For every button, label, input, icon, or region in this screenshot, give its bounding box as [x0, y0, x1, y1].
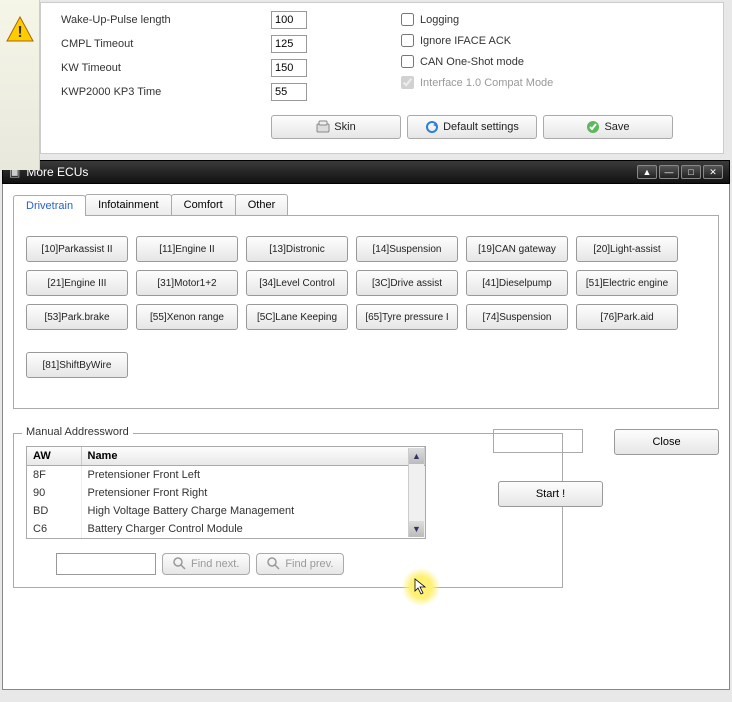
- ecu-button-11[interactable]: [51]Electric engine: [576, 270, 678, 296]
- ecu-button-13[interactable]: [55]Xenon range: [136, 304, 238, 330]
- ecu-button-3[interactable]: [14]Suspension: [356, 236, 458, 262]
- iface-ack-checkbox[interactable]: [401, 34, 414, 47]
- rollup-button[interactable]: ▲: [637, 165, 657, 179]
- title-bar: ▣ More ECUs ▲ — □ ✕: [2, 160, 730, 184]
- cell-name: Pretensioner Front Right: [81, 484, 425, 502]
- oneshot-label: CAN One-Shot mode: [420, 56, 524, 68]
- ecu-button-5[interactable]: [20]Light-assist: [576, 236, 678, 262]
- table-row[interactable]: C6Battery Charger Control Module: [27, 520, 425, 538]
- maximize-button[interactable]: □: [681, 165, 701, 179]
- cmpl-input[interactable]: [271, 35, 307, 53]
- cell-name: High Voltage Battery Charge Management: [81, 502, 425, 520]
- compat-checkbox: [401, 76, 414, 89]
- ecu-button-0[interactable]: [10]Parkassist II: [26, 236, 128, 262]
- ecu-button-7[interactable]: [31]Motor1+2: [136, 270, 238, 296]
- kw-input[interactable]: [271, 59, 307, 77]
- scroll-up-icon[interactable]: ▲: [409, 448, 424, 464]
- check-icon: [586, 120, 600, 134]
- ecu-panel: [10]Parkassist II [11]Engine II [13]Distro…: [13, 216, 719, 409]
- wake-up-label: Wake-Up-Pulse length: [61, 14, 271, 26]
- background-strip: !: [0, 0, 40, 170]
- cell-name: Battery Charger Control Module: [81, 520, 425, 538]
- ecu-button-8[interactable]: [34]Level Control: [246, 270, 348, 296]
- ecu-button-4[interactable]: [19]CAN gateway: [466, 236, 568, 262]
- skin-button[interactable]: Skin: [271, 115, 401, 139]
- window-body: Drivetrain Infotainment Comfort Other [1…: [2, 184, 730, 690]
- col-aw[interactable]: AW: [27, 447, 81, 466]
- close-button[interactable]: ✕: [703, 165, 723, 179]
- tab-drivetrain[interactable]: Drivetrain: [13, 195, 86, 216]
- search-next-icon: [173, 557, 187, 571]
- ecu-button-14[interactable]: [5C]Lane Keeping: [246, 304, 348, 330]
- find-prev-button[interactable]: Find prev.: [256, 553, 344, 575]
- ecu-button-9[interactable]: [3C]Drive assist: [356, 270, 458, 296]
- warning-icon: !: [6, 16, 34, 42]
- cell-aw: C6: [27, 520, 81, 538]
- ecu-button-18[interactable]: [81]ShiftByWire: [26, 352, 128, 378]
- scrollbar[interactable]: ▲ ▼: [408, 448, 424, 537]
- address-input[interactable]: [493, 429, 583, 453]
- tabs: Drivetrain Infotainment Comfort Other: [13, 194, 719, 216]
- kp3-input[interactable]: [271, 83, 307, 101]
- refresh-icon: [425, 120, 439, 134]
- settings-fields: Wake-Up-Pulse length CMPL Timeout KW Tim…: [61, 11, 713, 101]
- save-button[interactable]: Save: [543, 115, 673, 139]
- ecu-button-2[interactable]: [13]Distronic: [246, 236, 348, 262]
- search-prev-icon: [267, 557, 281, 571]
- compat-label: Interface 1.0 Compat Mode: [420, 77, 553, 89]
- tab-infotainment[interactable]: Infotainment: [85, 194, 172, 215]
- manual-table: AW Name 8FPretensioner Front Left90Prete…: [26, 446, 426, 539]
- kp3-label: KWP2000 KP3 Time: [61, 86, 271, 98]
- ecu-button-15[interactable]: [65]Tyre pressure I: [356, 304, 458, 330]
- logging-label: Logging: [420, 14, 459, 26]
- settings-panel: Wake-Up-Pulse length CMPL Timeout KW Tim…: [40, 2, 724, 154]
- find-next-button[interactable]: Find next.: [162, 553, 250, 575]
- logging-checkbox[interactable]: [401, 13, 414, 26]
- wake-up-input[interactable]: [271, 11, 307, 29]
- col-name[interactable]: Name: [81, 447, 425, 466]
- table-row[interactable]: BDHigh Voltage Battery Charge Management: [27, 502, 425, 520]
- skin-icon: [316, 120, 330, 134]
- ecu-button-12[interactable]: [53]Park.brake: [26, 304, 128, 330]
- defaults-button[interactable]: Default settings: [407, 115, 537, 139]
- close-panel-button[interactable]: Close: [614, 429, 719, 455]
- kw-label: KW Timeout: [61, 62, 271, 74]
- table-row[interactable]: 90Pretensioner Front Right: [27, 484, 425, 502]
- start-button[interactable]: Start !: [498, 481, 603, 507]
- scroll-down-icon[interactable]: ▼: [409, 521, 424, 537]
- ecu-button-17[interactable]: [76]Park.aid: [576, 304, 678, 330]
- manual-fieldset: Manual Addressword AW Name 8FPretensione…: [13, 433, 563, 588]
- cmpl-label: CMPL Timeout: [61, 38, 271, 50]
- ecu-grid: [10]Parkassist II [11]Engine II [13]Distro…: [26, 236, 706, 378]
- cell-aw: BD: [27, 502, 81, 520]
- tab-comfort[interactable]: Comfort: [171, 194, 236, 215]
- oneshot-checkbox[interactable]: [401, 55, 414, 68]
- find-input[interactable]: [56, 553, 156, 575]
- ecu-button-6[interactable]: [21]Engine III: [26, 270, 128, 296]
- cell-aw: 90: [27, 484, 81, 502]
- svg-text:!: !: [17, 24, 22, 41]
- manual-legend: Manual Addressword: [22, 426, 133, 438]
- iface-ack-label: Ignore IFACE ACK: [420, 35, 511, 47]
- table-row[interactable]: 8FPretensioner Front Left: [27, 466, 425, 485]
- cell-name: Pretensioner Front Left: [81, 466, 425, 485]
- minimize-button[interactable]: —: [659, 165, 679, 179]
- ecu-button-1[interactable]: [11]Engine II: [136, 236, 238, 262]
- settings-checks: Logging Ignore IFACE ACK CAN One-Shot mo…: [401, 11, 553, 97]
- cell-aw: 8F: [27, 466, 81, 485]
- ecu-button-16[interactable]: [74]Suspension: [466, 304, 568, 330]
- ecu-button-10[interactable]: [41]Dieselpump: [466, 270, 568, 296]
- tab-other[interactable]: Other: [235, 194, 289, 215]
